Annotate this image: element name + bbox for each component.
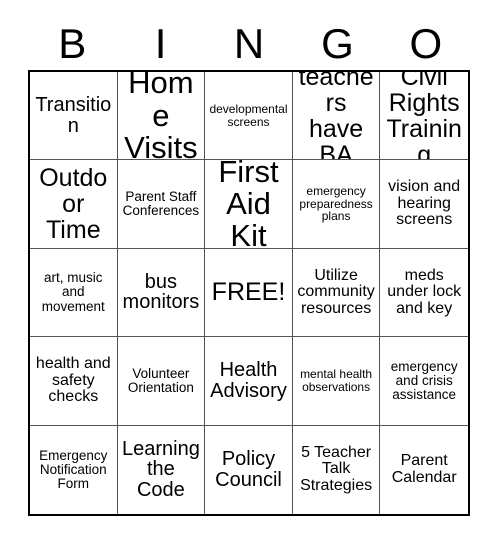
bingo-cell-label: FREE! [211,278,286,307]
bingo-cell-label: Transition [35,93,112,137]
bingo-cell[interactable]: First Aid Kit [205,160,293,249]
bingo-cell[interactable]: mental health observations [292,337,381,426]
bingo-cell-label: Volunteer Orientation [127,365,194,395]
bingo-cell-label: Home Visits [124,72,198,161]
bingo-cell-label: teachers have BA [298,72,374,161]
bingo-card: B I N G O Transition Home Visits developme… [0,0,500,544]
bingo-cell[interactable]: Utilize community resources [292,248,381,338]
bingo-cell-label: Utilize community resources [297,266,375,317]
bingo-cell-free-space[interactable]: FREE! [205,248,293,338]
bingo-cell-label: vision and hearing screens [388,178,461,229]
bingo-cell[interactable]: Volunteer Orientation [117,337,206,426]
bingo-cell-label: bus monitors [122,270,200,314]
bingo-cell-label: Parent Calendar [391,452,457,486]
bingo-cell-label: Emergency Notification Form [39,447,108,491]
bingo-cell[interactable]: 5 Teacher Talk Strategies [292,425,381,514]
header-letter-n: N [233,20,265,67]
bingo-cell[interactable]: emergency preparedness plans [292,160,381,249]
bingo-cell[interactable]: Learning the Code [117,425,206,514]
bingo-cell-label: Civil Rights Training [386,72,462,161]
bingo-cell[interactable]: art, music and movement [30,248,118,338]
bingo-cell[interactable]: emergency and crisis assistance [380,337,468,426]
bingo-cell[interactable]: vision and hearing screens [380,160,468,249]
bingo-cell[interactable]: teachers have BA [292,72,381,161]
bingo-cell-label: emergency and crisis assistance [390,358,458,402]
bingo-cell[interactable]: Civil Rights Training [380,72,468,161]
bingo-cell-label: Parent Staff Conferences [122,189,200,219]
bingo-cell[interactable]: Policy Council [205,425,293,514]
bingo-cell[interactable]: Parent Staff Conferences [117,160,206,249]
bingo-cell-label: meds under lock and key [387,266,462,317]
bingo-cell[interactable]: Home Visits [117,72,206,161]
bingo-cell-label: First Aid Kit [218,160,279,249]
bingo-cell-label: Outdoor Time [39,164,108,245]
bingo-cell[interactable]: meds under lock and key [380,248,468,338]
bingo-cell[interactable]: Emergency Notification Form [30,425,118,514]
header-letter-b: B [58,20,87,67]
header-letter-o: O [409,20,443,67]
bingo-cell[interactable]: bus monitors [117,248,206,338]
header-letter-g: G [321,20,354,67]
bingo-cell-label: mental health observations [300,367,373,394]
bingo-cell-label: art, music and movement [41,270,105,314]
bingo-grid: Transition Home Visits developmental scree… [28,70,470,516]
bingo-cell-label: developmental screens [209,102,288,129]
bingo-cell-label: Policy Council [215,448,282,491]
bingo-cell-label: 5 Teacher Talk Strategies [300,443,373,495]
bingo-cell[interactable]: Health Advisory [205,337,293,426]
header-letter-i: I [154,20,167,67]
bingo-cell-label: Learning the Code [121,437,200,502]
bingo-cell-label: emergency preparedness plans [299,184,373,224]
bingo-cell[interactable]: Parent Calendar [380,425,468,514]
bingo-header-row: B I N G O [28,18,470,70]
bingo-cell[interactable]: developmental screens [205,72,293,161]
bingo-cell[interactable]: Transition [30,72,118,161]
bingo-cell-label: Health Advisory [210,359,287,402]
bingo-cell[interactable]: health and safety checks [30,337,118,426]
bingo-cell[interactable]: Outdoor Time [30,160,118,249]
bingo-cell-label: health and safety checks [35,354,111,406]
